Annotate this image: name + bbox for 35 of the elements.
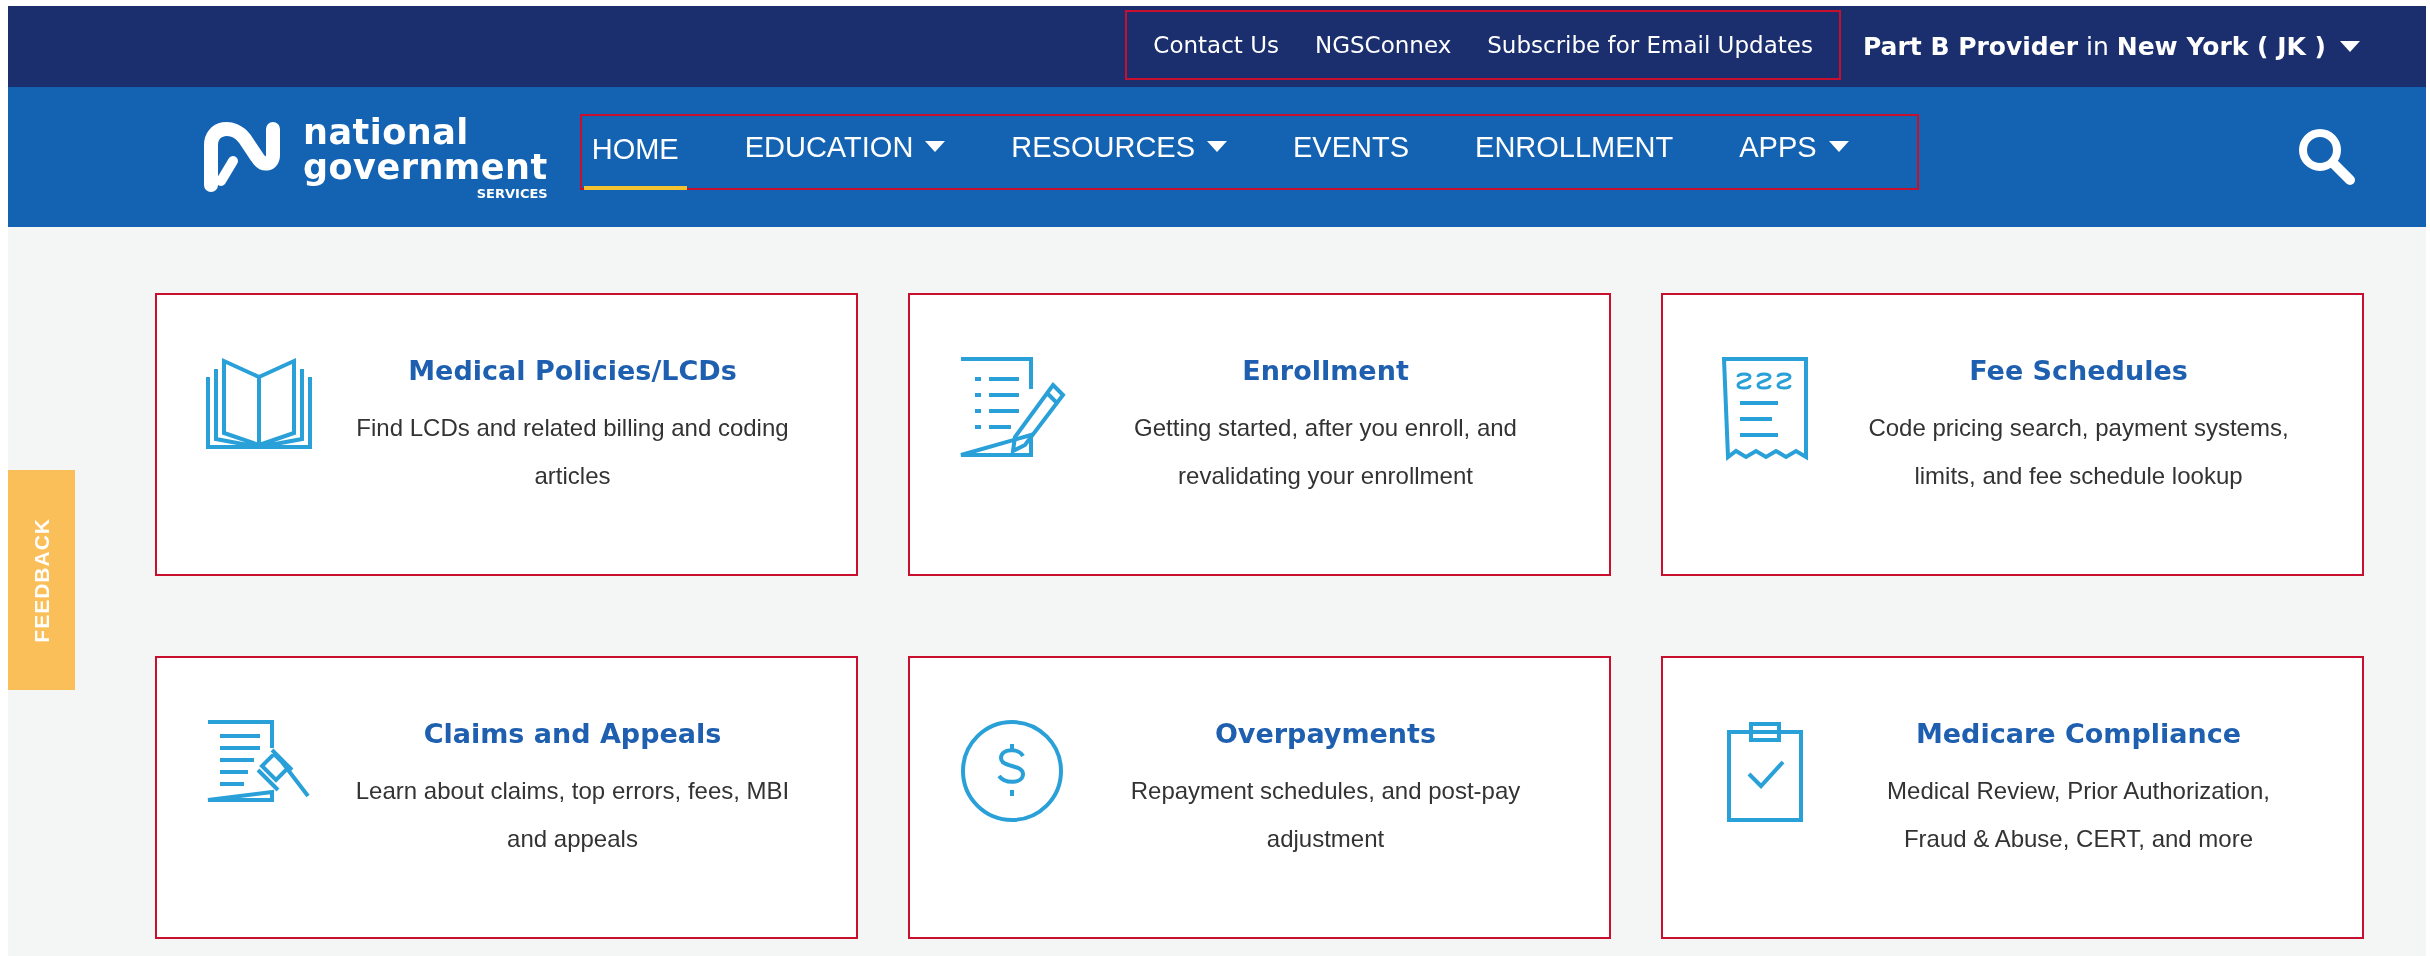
top-link[interactable]: Subscribe for Email Updates <box>1487 31 1813 58</box>
top-link[interactable]: NGSConnex <box>1314 31 1452 58</box>
card-description: Medical Review, Prior Authorization, Fraud & Abuse, CERT, and more <box>1886 776 2271 854</box>
dollar-coin-icon <box>959 718 1065 824</box>
nav-tab[interactable]: EDUCATION <box>736 122 954 182</box>
card-description: Find LCDs and related billing and coding articles <box>355 413 790 491</box>
category-card[interactable]: Medical Policies/LCDs Find LCDs and related billing and coding articles <box>155 293 858 576</box>
logo-subtext: SERVICES <box>476 186 548 200</box>
category-card[interactable]: Fee Schedules Code pricing search, payment systems, limits, and fee schedule lookup <box>1661 293 2364 576</box>
open-book-icon <box>204 355 314 451</box>
card-title: Medical Policies/LCDs <box>408 355 737 386</box>
card-description: Code pricing search, payment systems, limits, and fee schedule lookup <box>1867 413 2290 491</box>
caret-icon <box>2340 40 2360 53</box>
logo-text: government <box>303 149 548 185</box>
nav-tab[interactable]: ENROLLMENT <box>1467 122 1682 182</box>
card-title: Medicare Compliance <box>1915 718 2242 749</box>
card-description: Getting started, after you enroll, and revalidating your enrollment <box>1133 413 1518 491</box>
card-description: Repayment schedules, and post-pay adjustment <box>1129 776 1522 854</box>
card-title: Fee Schedules <box>1969 355 2188 386</box>
region-selector[interactable]: Part B Provider in New York ( JK ) <box>1856 31 2366 62</box>
nav-tab[interactable]: EVENTS <box>1285 122 1418 182</box>
document-pencil-icon <box>957 355 1067 459</box>
category-card[interactable]: Enrollment Getting started, after you enroll, and revalidating your enrollment <box>908 293 1611 576</box>
nav-tab[interactable]: RESOURCES <box>1003 122 1236 182</box>
card-title: Overpayments <box>1214 718 1437 749</box>
logo-text: national <box>303 114 470 150</box>
category-card[interactable]: Medicare Compliance Medical Review, Prior Authorization, Fraud & Abuse, CERT, and more <box>1661 656 2364 939</box>
card-title: Enrollment <box>1242 355 1409 386</box>
category-card[interactable]: Overpayments Repayment schedules, and post-pay adjustment <box>908 656 1611 939</box>
card-title: Claims and Appeals <box>423 718 722 749</box>
nav-tab[interactable]: HOME <box>583 124 687 190</box>
category-card[interactable]: Claims and Appeals Learn about claims, top errors, fees, MBI and appeals <box>155 656 858 939</box>
card-description: Learn about claims, top errors, fees, MBI and appeals <box>354 776 791 854</box>
nav-tab[interactable]: APPS <box>1731 122 1857 182</box>
top-link[interactable]: Contact Us <box>1153 31 1279 58</box>
